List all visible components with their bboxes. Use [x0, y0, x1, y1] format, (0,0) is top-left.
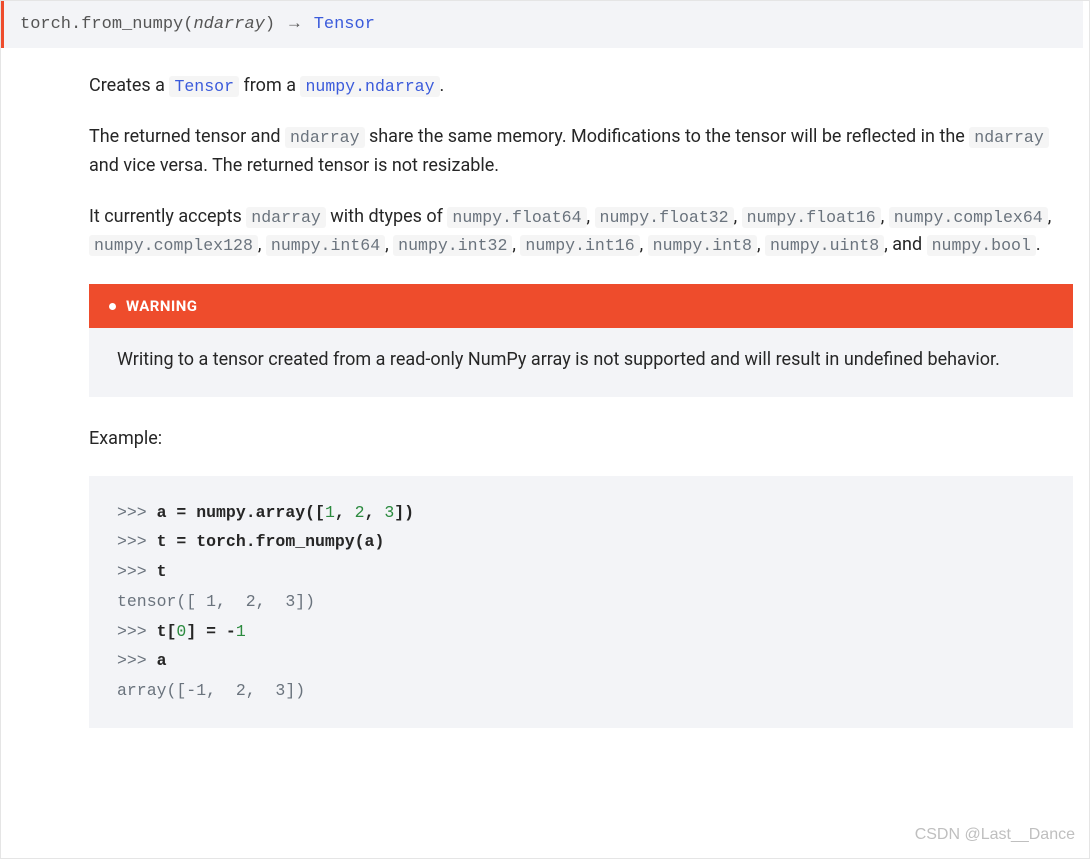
code: , [365, 503, 385, 522]
text: with dtypes of [326, 206, 448, 227]
warning-body: Writing to a tensor created from a read-… [89, 328, 1073, 397]
prompt: >>> [117, 651, 157, 670]
code-ndarray: ndarray [285, 127, 365, 148]
code-ndarray: ndarray [969, 127, 1049, 148]
code: , [335, 503, 355, 522]
text: . [1036, 234, 1041, 255]
text: Creates a [89, 75, 169, 96]
text: , [385, 234, 393, 255]
sig-paren-open: ( [183, 15, 193, 34]
code: t [157, 562, 167, 581]
text: The returned tensor and [89, 126, 285, 147]
code: ]) [394, 503, 414, 522]
output: array([-1, 2, 3]) [117, 681, 305, 700]
prompt: >>> [117, 562, 157, 581]
code: ] = - [186, 622, 236, 641]
int-literal: 0 [176, 622, 186, 641]
prompt: >>> [117, 622, 157, 641]
warning-title-bar: WARNING [89, 284, 1073, 328]
code-ndarray: ndarray [246, 207, 326, 228]
code-dtype: numpy.float32 [595, 207, 734, 228]
text: , [757, 234, 765, 255]
code: t[ [157, 622, 177, 641]
watermark: CSDN @Last__Dance [915, 822, 1075, 848]
code: a = numpy.array([ [157, 503, 325, 522]
text: , and [884, 234, 926, 255]
warning-title-text: WARNING [126, 294, 197, 318]
text: from a [239, 75, 300, 96]
sig-argument: ndarray [193, 15, 264, 34]
code-dtype: numpy.complex128 [89, 235, 258, 256]
text: , [1048, 206, 1052, 227]
code-dtype: numpy.uint8 [765, 235, 884, 256]
paragraph-intro: Creates a Tensor from a numpy.ndarray. [89, 72, 1073, 101]
text: , [881, 206, 889, 227]
code-tensor: Tensor [169, 76, 239, 97]
sig-function-name: from_numpy [81, 15, 183, 34]
sig-arrow: → [289, 15, 299, 34]
code: a [157, 651, 167, 670]
bullet-icon [109, 303, 116, 310]
code-dtype: numpy.int8 [648, 235, 757, 256]
text: . [440, 75, 445, 96]
code-dtype: numpy.complex64 [889, 207, 1048, 228]
example-label: Example: [89, 425, 1073, 454]
warning-admonition: WARNING Writing to a tensor created from… [89, 284, 1073, 397]
int-literal: 1 [236, 622, 246, 641]
doc-body: Creates a Tensor from a numpy.ndarray. T… [1, 72, 1089, 727]
code-dtype: numpy.float64 [447, 207, 586, 228]
text: It currently accepts [89, 206, 246, 227]
code-ndarray: numpy.ndarray [300, 76, 439, 97]
int-literal: 1 [325, 503, 335, 522]
text: , [587, 206, 595, 227]
code-dtype: numpy.int16 [520, 235, 639, 256]
function-signature: torch.from_numpy(ndarray) → Tensor [1, 1, 1083, 48]
text: , [258, 234, 266, 255]
prompt: >>> [117, 532, 157, 551]
sig-return-type: Tensor [314, 15, 375, 34]
text: , [640, 234, 648, 255]
link-numpy-ndarray[interactable]: numpy.ndarray [300, 75, 439, 96]
code-dtype: numpy.bool [927, 235, 1036, 256]
prompt: >>> [117, 503, 157, 522]
paragraph-memory: The returned tensor and ndarray share th… [89, 123, 1073, 181]
text: share the same memory. Modifications to … [365, 126, 970, 147]
code-dtype: numpy.float16 [742, 207, 881, 228]
code-dtype: numpy.int32 [393, 235, 512, 256]
output: tensor([ 1, 2, 3]) [117, 592, 315, 611]
text: and vice versa. The returned tensor is n… [89, 155, 499, 176]
int-literal: 2 [355, 503, 365, 522]
paragraph-dtypes: It currently accepts ndarray with dtypes… [89, 203, 1073, 261]
code-dtype: numpy.int64 [266, 235, 385, 256]
text: , [734, 206, 742, 227]
sig-module-prefix: torch. [20, 15, 81, 34]
link-tensor[interactable]: Tensor [169, 75, 239, 96]
sig-paren-close: ) [265, 15, 275, 34]
example-code-block: >>> a = numpy.array([1, 2, 3]) >>> t = t… [89, 476, 1073, 728]
code: t = torch.from_numpy(a) [157, 532, 385, 551]
int-literal: 3 [384, 503, 394, 522]
sig-return-link[interactable]: Tensor [314, 15, 375, 34]
